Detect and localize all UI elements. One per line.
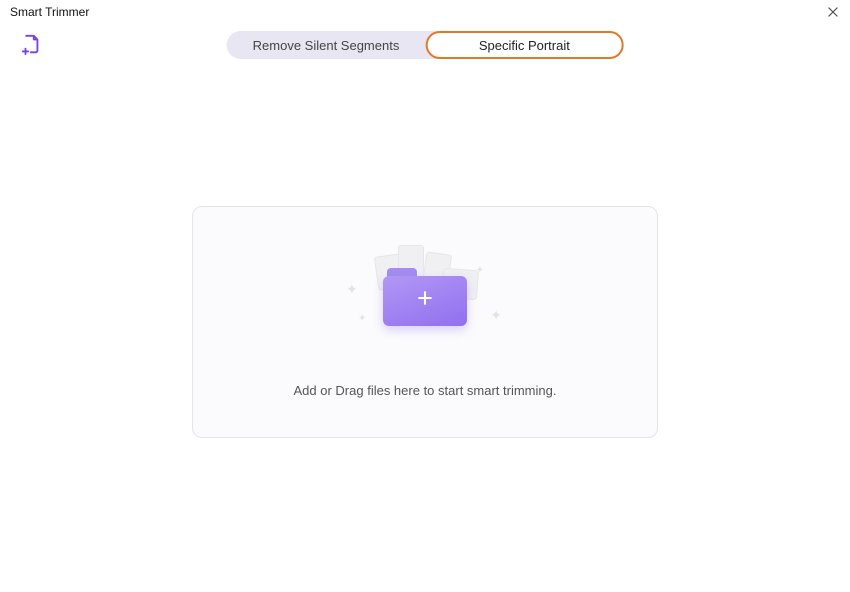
mode-tabs: Remove Silent Segments Specific Portrait: [227, 31, 624, 59]
tab-specific-portrait[interactable]: Specific Portrait: [425, 31, 623, 59]
plus-icon: [415, 288, 435, 313]
toolbar: Remove Silent Segments Specific Portrait: [0, 24, 850, 66]
sparkle-icon: ✦: [346, 281, 358, 298]
folder-add-icon: [383, 268, 467, 326]
dropzone-prompt: Add or Drag files here to start smart tr…: [294, 383, 557, 398]
tab-label: Remove Silent Segments: [253, 38, 400, 53]
title-bar: Smart Trimmer: [0, 0, 850, 24]
sparkle-icon: ✦: [490, 307, 502, 324]
main-area: ✦ ✦ ✦ ✦ Add or Drag files here to start …: [0, 66, 850, 592]
window-title: Smart Trimmer: [10, 5, 89, 19]
file-dropzone[interactable]: ✦ ✦ ✦ ✦ Add or Drag files here to start …: [192, 206, 658, 438]
sparkle-icon: ✦: [358, 313, 366, 324]
sparkle-icon: ✦: [476, 265, 484, 276]
add-file-icon[interactable]: [20, 34, 42, 56]
dropzone-illustration: ✦ ✦ ✦ ✦: [340, 247, 510, 347]
tab-remove-silent-segments[interactable]: Remove Silent Segments: [227, 31, 426, 59]
tab-label: Specific Portrait: [479, 38, 570, 53]
close-icon[interactable]: [824, 3, 842, 21]
